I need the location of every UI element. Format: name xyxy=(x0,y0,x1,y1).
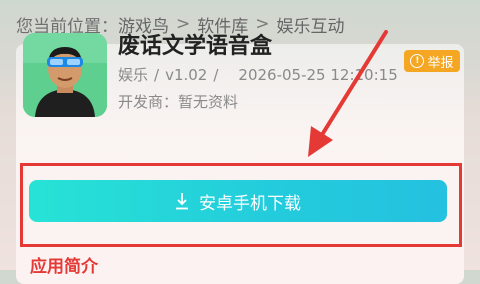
annotation-arrow xyxy=(308,30,388,157)
